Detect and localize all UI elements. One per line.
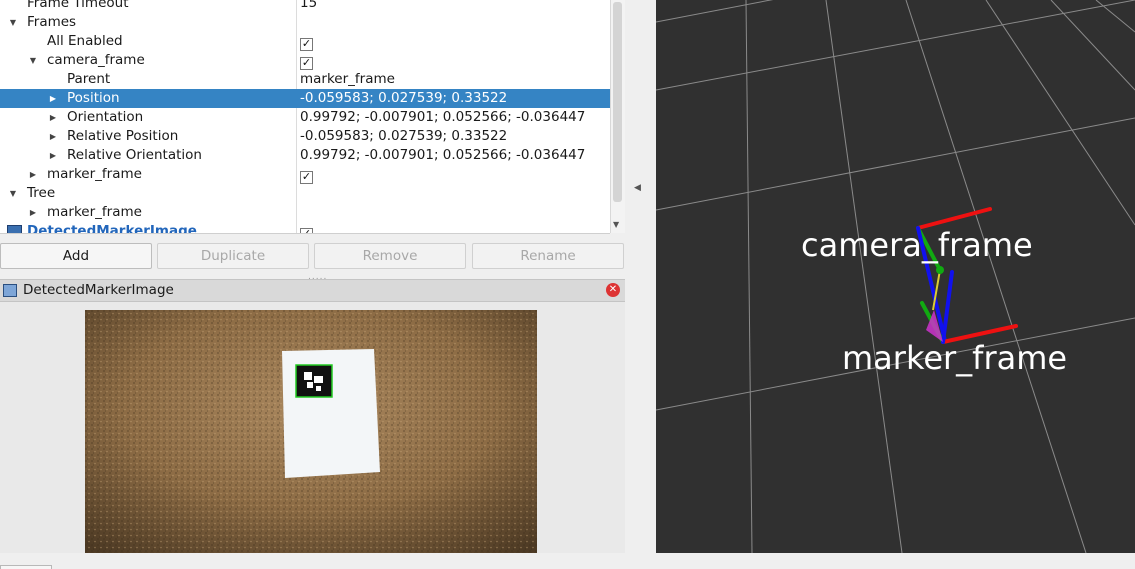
chevron-left-icon[interactable]: ◀ bbox=[634, 183, 641, 193]
image-display-icon bbox=[3, 284, 17, 297]
tree-row[interactable]: ▶ Relative Position -0.059583; 0.027539; 0… bbox=[0, 127, 610, 146]
tree-row-name-cell: ▶ Position bbox=[0, 89, 296, 108]
bottom-tab[interactable] bbox=[0, 565, 52, 569]
tree-row[interactable]: ▶ Orientation 0.99792; -0.007901; 0.052566… bbox=[0, 108, 610, 127]
chevron-right-icon[interactable]: ▶ bbox=[48, 89, 58, 108]
tree-row-name-cell: ▶ Relative Position bbox=[0, 127, 296, 146]
chevron-right-icon[interactable]: ▶ bbox=[48, 127, 58, 146]
tree-row-value: 15 bbox=[300, 0, 318, 11]
detected-marker-camera-image bbox=[85, 310, 537, 554]
chevron-down-icon[interactable]: ▼ bbox=[8, 13, 18, 32]
tree-row[interactable]: ▼ Tree bbox=[0, 184, 610, 203]
chevron-right-icon[interactable]: ▶ bbox=[28, 203, 38, 222]
display-properties-tree[interactable]: Frame Timeout 15 ▼ Frames All Enabled ✓ ▼ camer… bbox=[0, 0, 610, 234]
tree-row-label: Orientation bbox=[67, 109, 144, 125]
tree-row[interactable]: ▼ camera_frame ✓ bbox=[0, 51, 610, 70]
camera-frame-label: camera_frame bbox=[801, 226, 1033, 264]
tree-row-name-cell: All Enabled bbox=[0, 32, 296, 51]
image-display-icon bbox=[7, 225, 22, 233]
checkbox-checked-icon[interactable]: ✓ bbox=[300, 171, 313, 184]
tree-row[interactable]: Parent marker_frame bbox=[0, 70, 610, 89]
tree-row-label: Frame Timeout bbox=[27, 0, 129, 11]
tree-row-value-cell[interactable]: 0.99792; -0.007901; 0.052566; -0.036447 bbox=[300, 108, 585, 127]
scrollbar-thumb[interactable] bbox=[613, 2, 622, 202]
chevron-down-icon[interactable]: ▼ bbox=[8, 184, 18, 203]
tree-row-value: -0.059583; 0.027539; 0.33522 bbox=[300, 90, 508, 106]
add-button[interactable]: Add bbox=[0, 243, 152, 269]
tree-row-value: marker_frame bbox=[300, 71, 395, 87]
tree-row-label: All Enabled bbox=[47, 33, 123, 49]
close-icon[interactable]: ✕ bbox=[606, 283, 620, 297]
3d-render-viewport[interactable]: camera_frame marker_frame bbox=[656, 0, 1135, 553]
tree-row[interactable]: Frame Timeout 15 bbox=[0, 0, 610, 13]
tree-row-value-cell[interactable]: 0.99792; -0.007901; 0.052566; -0.036447 bbox=[300, 146, 585, 165]
chevron-right-icon[interactable]: ▶ bbox=[48, 146, 58, 165]
tree-row-value-cell[interactable]: 15 bbox=[300, 0, 317, 13]
tree-row[interactable]: All Enabled ✓ bbox=[0, 32, 610, 51]
image-panel-title: DetectedMarkerImage bbox=[23, 282, 174, 298]
tree-row-name-cell: ▶ marker_frame bbox=[0, 203, 296, 222]
tree-row-label: Relative Orientation bbox=[67, 147, 202, 163]
chevron-down-icon[interactable]: ▼ bbox=[28, 51, 38, 70]
scroll-down-icon[interactable]: ▼ bbox=[613, 220, 619, 229]
status-bar bbox=[0, 553, 1135, 568]
tree-row-value-cell: ✓ bbox=[300, 51, 313, 70]
image-panel-body bbox=[0, 302, 625, 554]
tree-row-label: marker_frame bbox=[47, 166, 142, 182]
tree-row[interactable]: ▶ Relative Orientation 0.99792; -0.007901;… bbox=[0, 146, 610, 165]
tree-row-name-cell: ▶ Orientation bbox=[0, 108, 296, 127]
tree-row-value: 0.99792; -0.007901; 0.052566; -0.036447 bbox=[300, 147, 586, 163]
checkbox-checked-icon[interactable]: ✓ bbox=[300, 38, 313, 51]
tree-row-label: Relative Position bbox=[67, 128, 179, 144]
tree-row-value-cell: ✓ bbox=[300, 32, 313, 51]
tree-row-value: 0.99792; -0.007901; 0.052566; -0.036447 bbox=[300, 109, 586, 125]
tree-row-label: Position bbox=[67, 90, 120, 106]
tree-row[interactable]: ▼ Frames bbox=[0, 13, 610, 32]
tree-row-value-cell[interactable]: -0.059583; 0.027539; 0.33522 bbox=[300, 89, 507, 108]
tree-row-value-cell: ✓ bbox=[300, 165, 313, 184]
tree-row-name-cell: ▶ marker_frame bbox=[0, 165, 296, 184]
tree-row[interactable]: ▶ marker_frame bbox=[0, 203, 610, 222]
tree-row-label: Parent bbox=[67, 71, 111, 87]
tree-row-name-cell: ▼ camera_frame bbox=[0, 51, 296, 70]
tree-row-value-cell[interactable]: -0.059583; 0.027539; 0.33522 bbox=[300, 127, 507, 146]
chevron-right-icon[interactable]: ▶ bbox=[28, 165, 38, 184]
tree-row-name-cell: Frame Timeout bbox=[0, 0, 296, 13]
checkbox-checked-icon[interactable]: ✓ bbox=[300, 228, 313, 233]
tree-row-name-cell: ▶ Relative Orientation bbox=[0, 146, 296, 165]
tree-row-name-cell: DetectedMarkerImage bbox=[0, 222, 296, 234]
duplicate-button[interactable]: Duplicate bbox=[157, 243, 309, 269]
tree-row-value-cell[interactable]: marker_frame bbox=[300, 70, 395, 89]
tree-row[interactable]: ▶ Position -0.059583; 0.027539; 0.33522 bbox=[0, 89, 610, 108]
tree-row-value: -0.059583; 0.027539; 0.33522 bbox=[300, 128, 508, 144]
rename-button[interactable]: Rename bbox=[472, 243, 624, 269]
image-panel-header[interactable]: DetectedMarkerImage ✕ bbox=[0, 279, 625, 302]
marker-frame-label: marker_frame bbox=[842, 339, 1067, 377]
tree-row-name-cell: ▼ Tree bbox=[0, 184, 296, 203]
tree-row-label: camera_frame bbox=[47, 52, 145, 68]
chevron-right-icon[interactable]: ▶ bbox=[48, 108, 58, 127]
tree-row-label: marker_frame bbox=[47, 204, 142, 220]
tree-row[interactable]: DetectedMarkerImage ✓ bbox=[0, 222, 610, 234]
tree-row-value-cell: ✓ bbox=[300, 222, 313, 233]
left-panel: Frame Timeout 15 ▼ Frames All Enabled ✓ ▼ camer… bbox=[0, 0, 628, 568]
tree-row-label: Frames bbox=[27, 14, 77, 30]
tree-row-label: Tree bbox=[27, 185, 56, 201]
tree-row-name-cell: ▼ Frames bbox=[0, 13, 296, 32]
tree-scrollbar[interactable]: ▼ bbox=[610, 0, 625, 233]
tree-row[interactable]: ▶ marker_frame ✓ bbox=[0, 165, 610, 184]
remove-button[interactable]: Remove bbox=[314, 243, 466, 269]
checkbox-checked-icon[interactable]: ✓ bbox=[300, 57, 313, 70]
tree-row-label: DetectedMarkerImage bbox=[27, 223, 197, 234]
tree-row-name-cell: Parent bbox=[0, 70, 296, 89]
